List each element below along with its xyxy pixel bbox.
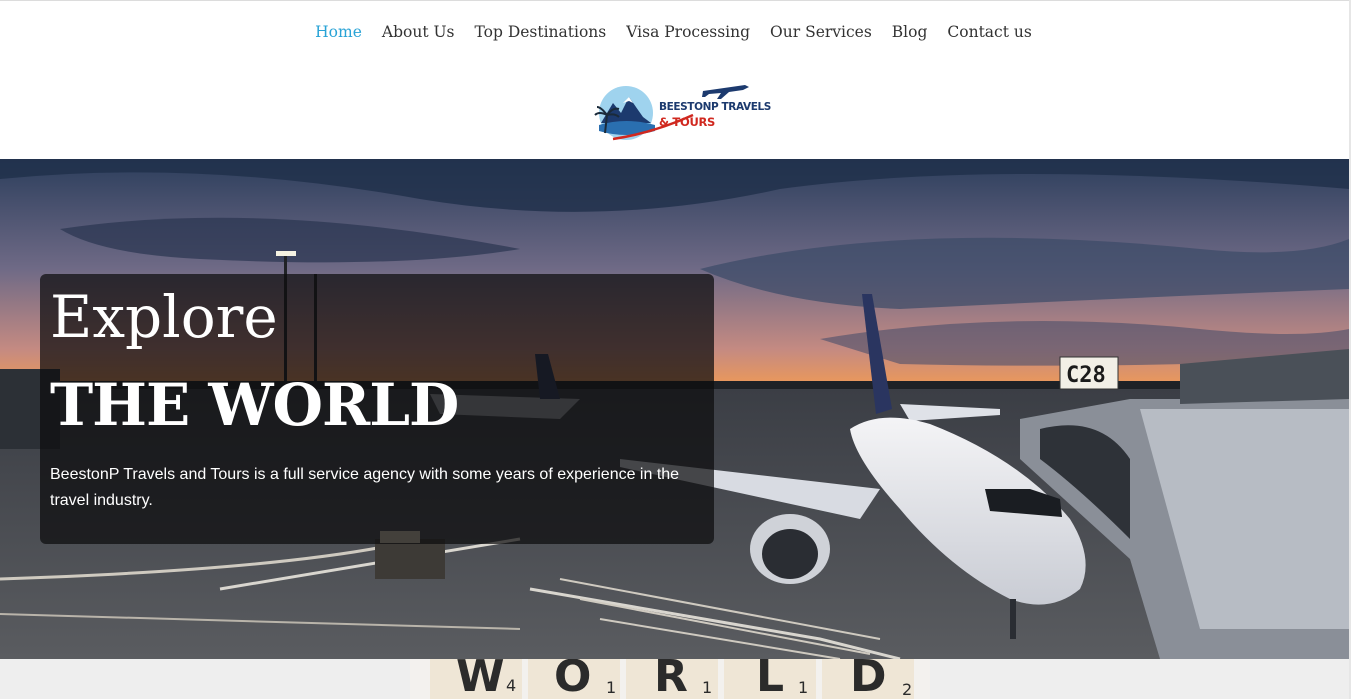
site-logo[interactable]: BEESTONP TRAVELS & TOURS [593,81,771,143]
tile-number-5: 2 [902,680,912,699]
tile-letter-2: O [554,659,591,699]
main-navigation: Home About Us Top Destinations Visa Proc… [0,21,1349,43]
nav-item-contact-us[interactable]: Contact us [947,21,1031,43]
tile-letter-4: L [756,659,784,699]
tile-number-3: 1 [702,678,712,697]
scrabble-tiles-image: W 4 O 1 R 1 L 1 D 2 [410,659,930,699]
tile-letter-1: W [456,659,505,699]
tile-number-1: 4 [506,676,516,695]
tile-number-2: 1 [606,678,616,697]
tile-letter-3: R [654,659,688,699]
tile-number-4: 1 [798,678,808,697]
nav-item-home[interactable]: Home [315,21,362,43]
hero-eyebrow: Explore [50,283,278,351]
hero-description: BeestonP Travels and Tours is a full ser… [50,466,680,509]
world-tiles-section: W 4 O 1 R 1 L 1 D 2 [0,659,1349,699]
nav-item-about-us[interactable]: About Us [382,21,455,43]
nav-item-blog[interactable]: Blog [892,21,928,43]
hero-card: Explore THE WORLD BeestonP Travels and T… [40,274,714,544]
gate-sign-label: C28 [1066,363,1106,388]
logo-text-line1: BEESTONP TRAVELS [659,101,771,113]
nav-item-top-destinations[interactable]: Top Destinations [475,21,607,43]
hero-banner: C28 Explore THE WORLD BeestonP Travels a… [0,159,1349,659]
nav-list: Home About Us Top Destinations Visa Proc… [315,21,1032,43]
nav-item-visa-processing[interactable]: Visa Processing [626,21,750,43]
site-header: Home About Us Top Destinations Visa Proc… [0,1,1349,159]
hero-title: THE WORLD [50,371,459,439]
logo-text-line2: & TOURS [659,115,716,129]
nav-item-our-services[interactable]: Our Services [770,21,872,43]
tile-letter-5: D [850,659,887,699]
